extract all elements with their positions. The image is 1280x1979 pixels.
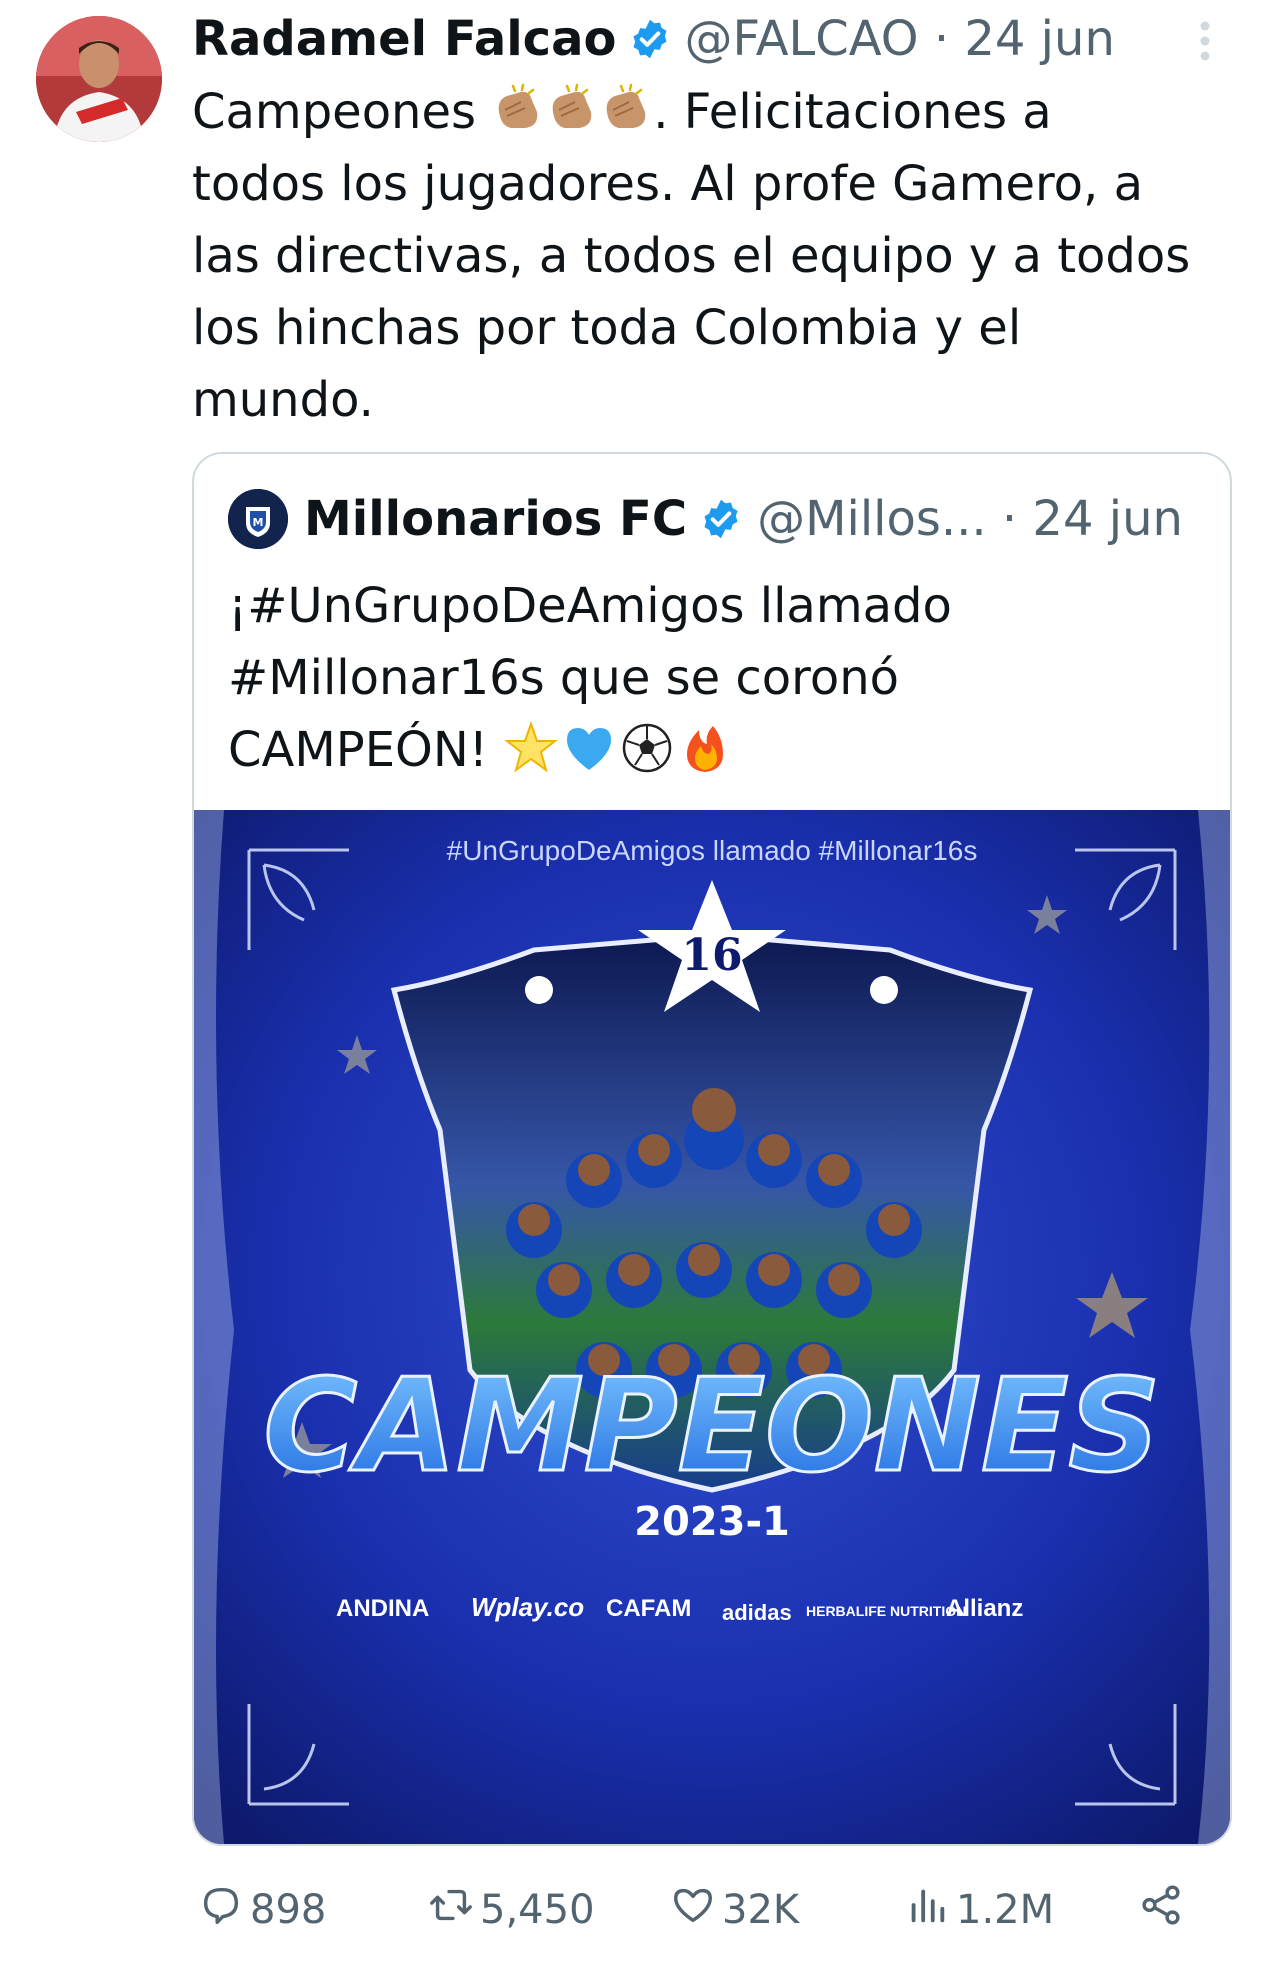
tweet-text-part: . Felicitaciones a	[653, 84, 1052, 140]
verified-badge-icon	[699, 497, 743, 541]
sponsor-herbalife: HERBALIFE NUTRITION	[806, 1603, 966, 1619]
quoted-author-handle[interactable]: @Millos... · 24 jun	[757, 491, 1183, 547]
tweet-card[interactable]: Radamel Falcao @FALCAO · 24 jun Campeone…	[0, 0, 1280, 1979]
sponsor-cafam: CAFAM	[606, 1595, 691, 1622]
clapping-hands-emoji	[599, 82, 653, 136]
more-options-icon[interactable]	[1185, 18, 1225, 64]
reply-count: 898	[250, 1887, 327, 1933]
author-avatar[interactable]	[36, 16, 162, 142]
fire-emoji	[677, 720, 733, 776]
soccer-ball-emoji	[619, 720, 675, 776]
reply-icon	[198, 1882, 250, 1938]
star-emoji	[503, 720, 559, 776]
quoted-tweet-date[interactable]: 24 jun	[1032, 491, 1183, 547]
author-name[interactable]: Radamel Falcao	[192, 11, 616, 67]
quoted-tweet-text: ¡#UnGrupoDeAmigos llamado #Millonar16s q…	[228, 570, 1188, 786]
sponsor-wplay: Wplay.co	[471, 1592, 584, 1622]
views-count: 1.2M	[956, 1887, 1055, 1933]
quoted-author-row: M Millonarios FC @Millos... · 24 jun	[228, 488, 1183, 550]
svg-text:M: M	[253, 516, 264, 529]
tweet-actions: 898 5,450 32K 1.2M	[192, 1880, 1242, 1940]
quoted-author-name[interactable]: Millonarios FC	[304, 491, 687, 547]
poster-title: CAMPEONES	[263, 1352, 1160, 1501]
tweet-date[interactable]: 24 jun	[964, 11, 1115, 67]
like-count: 32K	[722, 1887, 800, 1933]
tweet-text-part: todos los jugadores. Al profe Gamero, a …	[192, 156, 1191, 428]
sponsor-allianz: Allianz	[946, 1595, 1023, 1622]
views-icon	[904, 1882, 956, 1938]
retweet-button[interactable]: 5,450	[428, 1880, 595, 1940]
share-icon	[1138, 1882, 1190, 1938]
retweet-icon	[428, 1882, 480, 1938]
quoted-author-avatar[interactable]: M	[228, 489, 288, 549]
poster-star-number: 16	[681, 930, 742, 981]
tweet-text: Campeones . Felicitaciones a todos los j…	[192, 76, 1242, 436]
views-button[interactable]: 1.2M	[904, 1880, 1054, 1940]
poster-hashtag: #UnGrupoDeAmigos llamado #Millonar16s	[447, 835, 978, 866]
like-button[interactable]: 32K	[670, 1880, 799, 1940]
sponsor-andina: ANDINA	[336, 1595, 429, 1622]
retweet-count: 5,450	[480, 1887, 595, 1933]
clapping-hands-emoji	[491, 82, 545, 136]
poster-year: 2023-1	[634, 1499, 790, 1545]
quoted-tweet-image[interactable]: #UnGrupoDeAmigos llamado #Millonar16s 16…	[194, 810, 1230, 1844]
share-button[interactable]	[1138, 1880, 1190, 1940]
quoted-tweet[interactable]: M Millonarios FC @Millos... · 24 jun ¡#U…	[192, 452, 1232, 1846]
clapping-hands-emoji	[545, 82, 599, 136]
like-icon	[670, 1882, 722, 1938]
tweet-text-part: Campeones	[192, 84, 492, 140]
reply-button[interactable]: 898	[198, 1880, 326, 1940]
blue-heart-emoji	[561, 720, 617, 776]
sponsor-adidas: adidas	[722, 1600, 792, 1625]
verified-badge-icon	[628, 17, 672, 61]
author-handle[interactable]: @FALCAO · 24 jun	[684, 11, 1114, 67]
author-row: Radamel Falcao @FALCAO · 24 jun	[192, 8, 1115, 70]
